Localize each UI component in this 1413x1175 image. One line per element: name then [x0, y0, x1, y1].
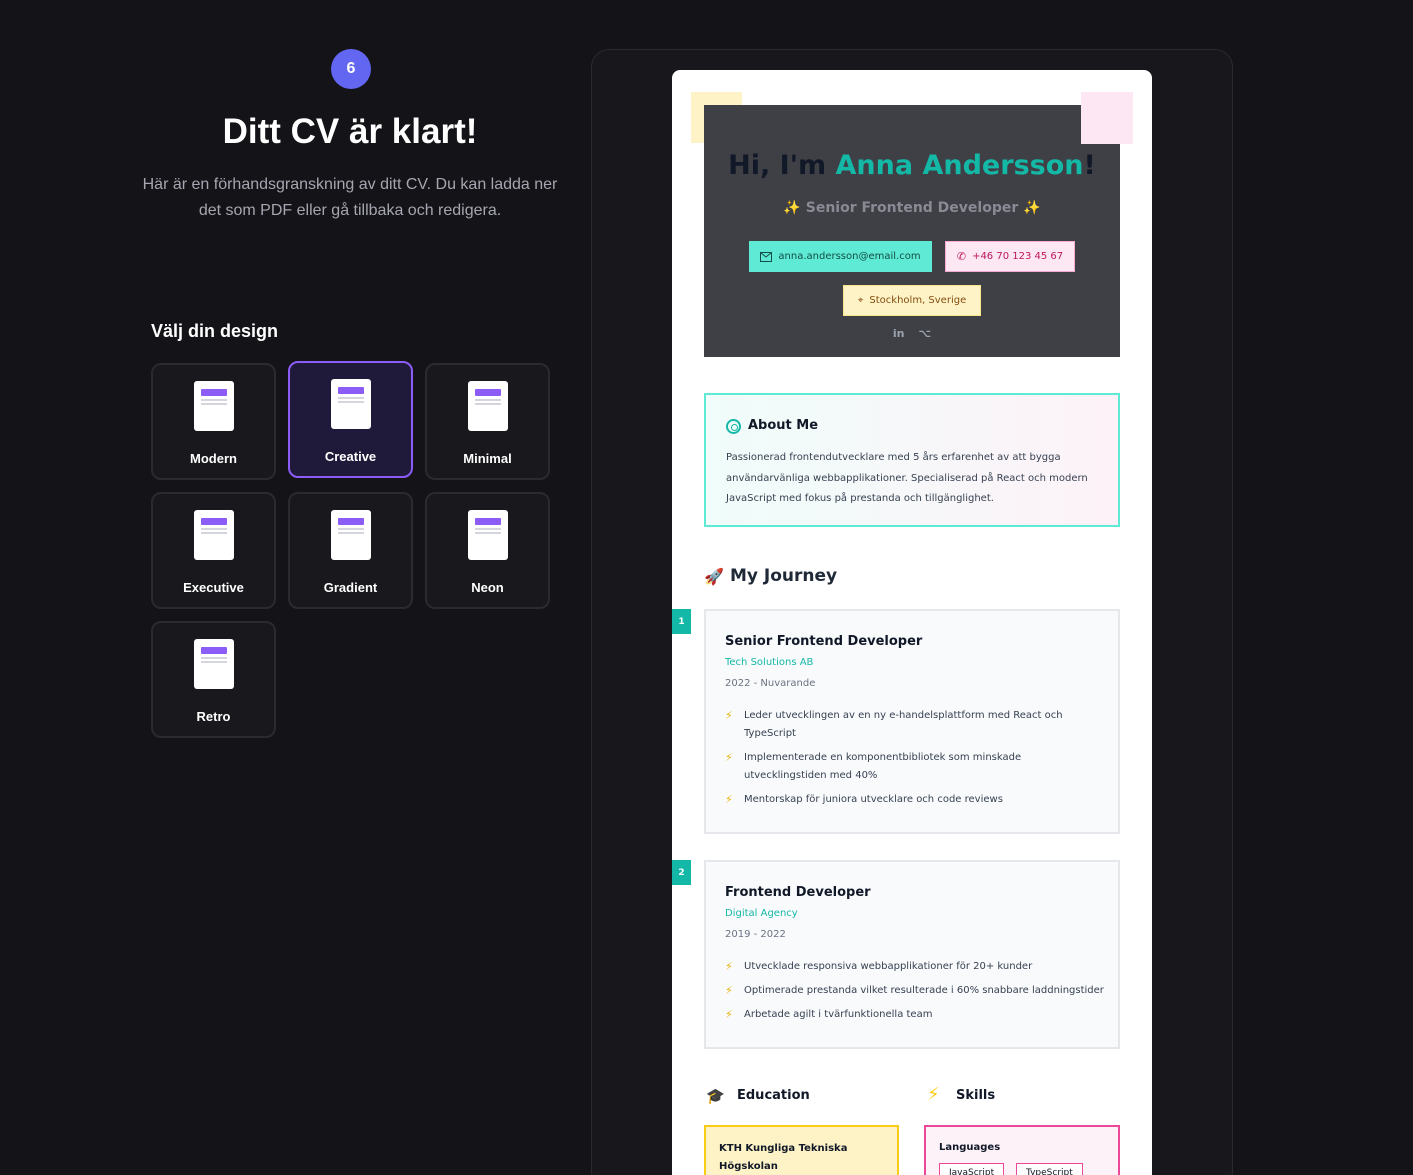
bolt-icon: ⚡ — [725, 793, 733, 806]
skill-tag: JavaScript — [939, 1163, 1005, 1175]
job-company: Digital Agency — [725, 908, 798, 919]
location-chip: ⌖ Stockholm, Sverige — [843, 285, 981, 316]
job-number: 2 — [672, 860, 691, 885]
job-card: Senior Frontend Developer Tech Solutions… — [704, 609, 1120, 834]
bolt-icon: ⚡ — [725, 1008, 733, 1021]
phone-chip[interactable]: ✆ +46 70 123 45 67 — [945, 241, 1075, 272]
job-bullet: ⚡ Utvecklade responsiva webbapplikationer… — [725, 958, 1110, 976]
cv-preview[interactable]: Hi, I'm Anna Andersson! ✨ Senior Fronten… — [672, 70, 1152, 1175]
design-option-label: Neon — [471, 580, 504, 595]
skill-tag: TypeScript — [1016, 1163, 1083, 1175]
skills-card: Languages JavaScript TypeScript — [924, 1125, 1120, 1175]
graduation-cap-icon: 🎓 — [706, 1087, 725, 1105]
job-dates: 2022 - Nuvarande — [725, 678, 816, 689]
lightning-icon: ⚡ — [927, 1084, 940, 1105]
document-icon — [193, 381, 234, 431]
page-title: Ditt CV är klart! — [222, 112, 478, 151]
decorative-square — [1081, 92, 1133, 144]
job-bullets: ⚡ Utvecklade responsiva webbapplikationer… — [725, 958, 1110, 1030]
design-option-label: Executive — [183, 580, 244, 595]
design-option-creative[interactable]: Creative — [288, 361, 413, 478]
about-section: About Me Passionerad frontendutvecklare … — [704, 393, 1120, 527]
mail-icon — [760, 251, 773, 262]
document-icon — [193, 510, 234, 560]
education-card: KTH Kungliga Tekniska Högskolan — [704, 1125, 899, 1175]
about-title: About Me — [748, 418, 819, 433]
email-chip[interactable]: anna.andersson@email.com — [749, 241, 932, 272]
bolt-icon: ⚡ — [725, 709, 733, 722]
skills-category: Languages — [939, 1142, 1001, 1153]
skills-title: Skills — [956, 1088, 996, 1103]
job-company: Tech Solutions AB — [725, 657, 814, 668]
design-option-label: Gradient — [323, 580, 378, 595]
job-bullet: ⚡ Leder utvecklingen av en ny e-handelspl… — [725, 709, 1063, 739]
sparkles-icon: ✨ — [1023, 200, 1041, 216]
cv-name: Anna Andersson — [835, 150, 1084, 181]
job-bullet: ⚡ Implementerade en komponentbibliotek so… — [725, 751, 1022, 781]
design-option-minimal[interactable]: Minimal — [425, 363, 550, 480]
step-badge: 6 — [331, 49, 371, 89]
design-option-modern[interactable]: Modern — [151, 363, 276, 480]
design-option-label: Minimal — [463, 451, 512, 466]
cv-greeting: Hi, I'm Anna Andersson! — [728, 150, 1096, 181]
design-option-label: Creative — [324, 449, 377, 464]
education-school: KTH Kungliga Tekniska Högskolan — [719, 1143, 848, 1172]
job-bullet: ⚡ Mentorskap för juniora utvecklare och c… — [725, 791, 1100, 809]
job-bullet: ⚡ Optimerade prestanda vilket resulterade… — [725, 982, 1110, 1000]
rocket-icon: 🚀 — [704, 567, 724, 586]
github-icon[interactable]: ⌥ — [918, 327, 931, 340]
document-icon — [330, 379, 371, 429]
job-bullets: ⚡ Leder utvecklingen av en ny e-handelspl… — [725, 707, 1100, 815]
sparkles-icon: ✨ — [783, 200, 801, 216]
design-option-gradient[interactable]: Gradient — [288, 492, 413, 609]
job-dates: 2019 - 2022 — [725, 929, 786, 940]
target-icon — [726, 419, 741, 434]
document-icon — [467, 510, 508, 560]
job-title: Senior Frontend Developer — [725, 634, 923, 649]
job-card: Frontend Developer Digital Agency 2019 -… — [704, 860, 1120, 1049]
linkedin-icon[interactable]: in — [893, 327, 905, 340]
page-subtitle: Här är en förhandsgranskning av ditt CV.… — [142, 176, 558, 219]
map-pin-icon: ⌖ — [857, 295, 864, 306]
design-option-neon[interactable]: Neon — [425, 492, 550, 609]
job-title: Frontend Developer — [725, 885, 871, 900]
job-number: 1 — [672, 609, 691, 634]
document-icon — [330, 510, 371, 560]
design-option-label: Retro — [196, 709, 231, 724]
bolt-icon: ⚡ — [725, 984, 733, 997]
design-option-retro[interactable]: Retro — [151, 621, 276, 738]
cv-hero: Hi, I'm Anna Andersson! ✨ Senior Fronten… — [704, 105, 1120, 357]
education-title: Education — [737, 1088, 810, 1103]
bolt-icon: ⚡ — [725, 751, 733, 764]
phone-icon: ✆ — [956, 250, 967, 263]
job-bullet: ⚡ Arbetade agilt i tvärfunktionella team — [725, 1006, 1110, 1024]
social-icons: in ⌥ — [704, 327, 1120, 340]
cv-role: ✨ Senior Frontend Developer ✨ — [783, 200, 1041, 216]
bolt-icon: ⚡ — [725, 960, 733, 973]
document-icon — [467, 381, 508, 431]
design-option-executive[interactable]: Executive — [151, 492, 276, 609]
about-text: Passionerad frontendutvecklare med 5 års… — [726, 452, 1088, 504]
document-icon — [193, 639, 234, 689]
design-option-label: Modern — [190, 451, 237, 466]
journey-title: My Journey — [730, 566, 838, 586]
design-heading: Välj din design — [151, 321, 279, 341]
